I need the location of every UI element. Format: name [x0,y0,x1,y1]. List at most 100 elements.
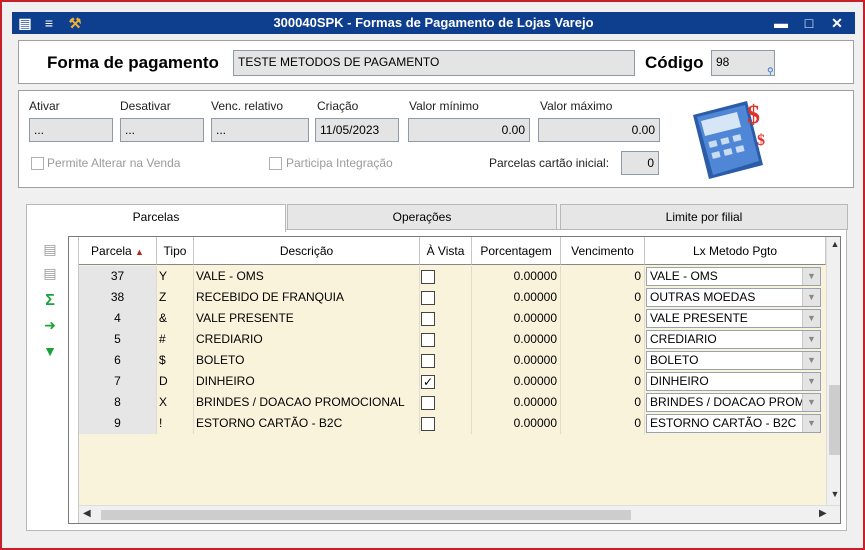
valor-minimo-field[interactable]: 0.00 [408,118,530,142]
cell-porcentagem[interactable]: 0.00000 [472,287,561,308]
add-row-icon[interactable]: ▤ [40,240,60,258]
scroll-left-icon[interactable]: ◀ [83,508,91,519]
vertical-scrollbar[interactable]: ▲ ▼ [826,237,840,505]
cell-parcela[interactable]: 7 [79,371,157,392]
lx-metodo-select[interactable]: VALE PRESENTE ▼ [646,309,821,328]
col-porcentagem[interactable]: Porcentagem [472,237,561,265]
chevron-down-icon[interactable]: ▼ [802,289,820,306]
cell-parcela[interactable]: 6 [79,350,157,371]
sum-icon[interactable]: Σ [40,292,60,310]
cell-parcela[interactable]: 5 [79,329,157,350]
codigo-field[interactable]: 98 [711,50,775,76]
criacao-field[interactable]: 11/05/2023 [315,118,399,142]
cell-vencimento[interactable]: 0 [561,308,645,329]
a-vista-checkbox[interactable]: ✓ [421,375,435,389]
parcelas-cartao-field[interactable]: 0 [621,151,659,175]
venc-relativo-field[interactable]: ... [211,118,309,142]
a-vista-checkbox[interactable] [421,333,435,347]
participa-checkbox[interactable] [269,157,282,170]
maximize-button[interactable]: □ [797,13,821,33]
minimize-button[interactable]: ▬ [769,13,793,33]
cell-vencimento[interactable]: 0 [561,329,645,350]
cell-porcentagem[interactable]: 0.00000 [472,266,561,287]
cell-vencimento[interactable]: 0 [561,413,645,434]
chevron-down-icon[interactable]: ▼ [802,415,820,432]
table-row[interactable]: 37 Y VALE - OMS 0.00000 0 VALE - OMS ▼ [69,266,826,287]
permite-checkbox[interactable] [31,157,44,170]
cell-descricao[interactable]: CREDIARIO [194,329,420,350]
lx-metodo-select[interactable]: VALE - OMS ▼ [646,267,821,286]
cell-descricao[interactable]: BOLETO [194,350,420,371]
cell-descricao[interactable]: VALE PRESENTE [194,308,420,329]
a-vista-checkbox[interactable] [421,291,435,305]
cell-vencimento[interactable]: 0 [561,371,645,392]
cell-parcela[interactable]: 8 [79,392,157,413]
cell-descricao[interactable]: ESTORNO CARTÃO - B2C [194,413,420,434]
col-lx-metodo[interactable]: Lx Metodo Pgto [645,237,826,265]
cell-tipo[interactable]: X [157,392,194,413]
cell-porcentagem[interactable]: 0.00000 [472,371,561,392]
col-a-vista[interactable]: À Vista [420,237,472,265]
tab-parcelas[interactable]: Parcelas [26,204,286,232]
lx-metodo-select[interactable]: OUTRAS MOEDAS ▼ [646,288,821,307]
col-parcela[interactable]: Parcela ▲ [79,237,157,265]
cell-parcela[interactable]: 37 [79,266,157,287]
cell-descricao[interactable]: RECEBIDO DE FRANQUIA [194,287,420,308]
a-vista-checkbox[interactable] [421,396,435,410]
tab-limite-filial[interactable]: Limite por filial [560,204,848,230]
chevron-down-icon[interactable]: ▼ [802,268,820,285]
cell-porcentagem[interactable]: 0.00000 [472,413,561,434]
cell-tipo[interactable]: ! [157,413,194,434]
cell-vencimento[interactable]: 0 [561,392,645,413]
table-row[interactable]: 5 # CREDIARIO 0.00000 0 CREDIARIO ▼ [69,329,826,350]
cell-vencimento[interactable]: 0 [561,350,645,371]
cell-porcentagem[interactable]: 0.00000 [472,308,561,329]
a-vista-checkbox[interactable] [421,270,435,284]
cell-parcela[interactable]: 9 [79,413,157,434]
table-row[interactable]: 6 $ BOLETO 0.00000 0 BOLETO ▼ [69,350,826,371]
cell-porcentagem[interactable]: 0.00000 [472,329,561,350]
table-row[interactable]: 38 Z RECEBIDO DE FRANQUIA 0.00000 0 OUTRAS MO… [69,287,826,308]
cell-vencimento[interactable]: 0 [561,266,645,287]
close-button[interactable]: ✕ [825,13,849,33]
tab-operacoes[interactable]: Operações [287,204,557,230]
collapse-icon[interactable]: ▼ [40,342,60,360]
scroll-right-icon[interactable]: ▶ [819,508,827,519]
cell-descricao[interactable]: DINHEIRO [194,371,420,392]
lx-metodo-select[interactable]: BOLETO ▼ [646,351,821,370]
chevron-down-icon[interactable]: ▼ [802,331,820,348]
chevron-down-icon[interactable]: ▼ [802,310,820,327]
forma-field[interactable]: TESTE METODOS DE PAGAMENTO [233,50,635,76]
a-vista-checkbox[interactable] [421,354,435,368]
search-icon[interactable]: ⚲ [767,66,774,77]
cell-parcela[interactable]: 4 [79,308,157,329]
cell-parcela[interactable]: 38 [79,287,157,308]
cell-tipo[interactable]: & [157,308,194,329]
export-icon[interactable]: ➜ [40,316,60,334]
chevron-down-icon[interactable]: ▼ [802,373,820,390]
chevron-down-icon[interactable]: ▼ [802,394,820,411]
horizontal-scroll-thumb[interactable] [101,510,631,520]
a-vista-checkbox[interactable] [421,312,435,326]
table-row[interactable]: 9! ESTORNO CARTÃO - B2C 0.00000 0 ESTORNO CA… [69,413,826,434]
col-vencimento[interactable]: Vencimento [561,237,645,265]
cell-vencimento[interactable]: 0 [561,287,645,308]
chevron-down-icon[interactable]: ▼ [802,352,820,369]
lx-metodo-select[interactable]: BRINDES / DOACAO PROM ▼ [646,393,821,412]
cell-porcentagem[interactable]: 0.00000 [472,350,561,371]
cell-tipo[interactable]: # [157,329,194,350]
cell-tipo[interactable]: Z [157,287,194,308]
table-row[interactable]: 7 D DINHEIRO ✓ 0.00000 0 DINHEIRO ▼ [69,371,826,392]
table-row[interactable]: 4 & VALE PRESENTE 0.00000 0 VALE PRESENTE ▼ [69,308,826,329]
scroll-up-icon[interactable]: ▲ [827,239,840,249]
cell-descricao[interactable]: BRINDES / DOACAO PROMOCIONAL [194,392,420,413]
table-row[interactable]: 8 X BRINDES / DOACAO PROMOCIONAL 0.00000 0 BR… [69,392,826,413]
desativar-field[interactable]: ... [120,118,204,142]
scroll-down-icon[interactable]: ▼ [827,489,840,499]
cell-tipo[interactable]: Y [157,266,194,287]
lx-metodo-select[interactable]: ESTORNO CARTÃO - B2C ▼ [646,414,821,433]
vertical-scroll-thumb[interactable] [829,385,840,455]
horizontal-scrollbar[interactable]: ◀ ▶ [79,505,840,523]
ativar-field[interactable]: ... [29,118,113,142]
col-descricao[interactable]: Descrição [194,237,420,265]
